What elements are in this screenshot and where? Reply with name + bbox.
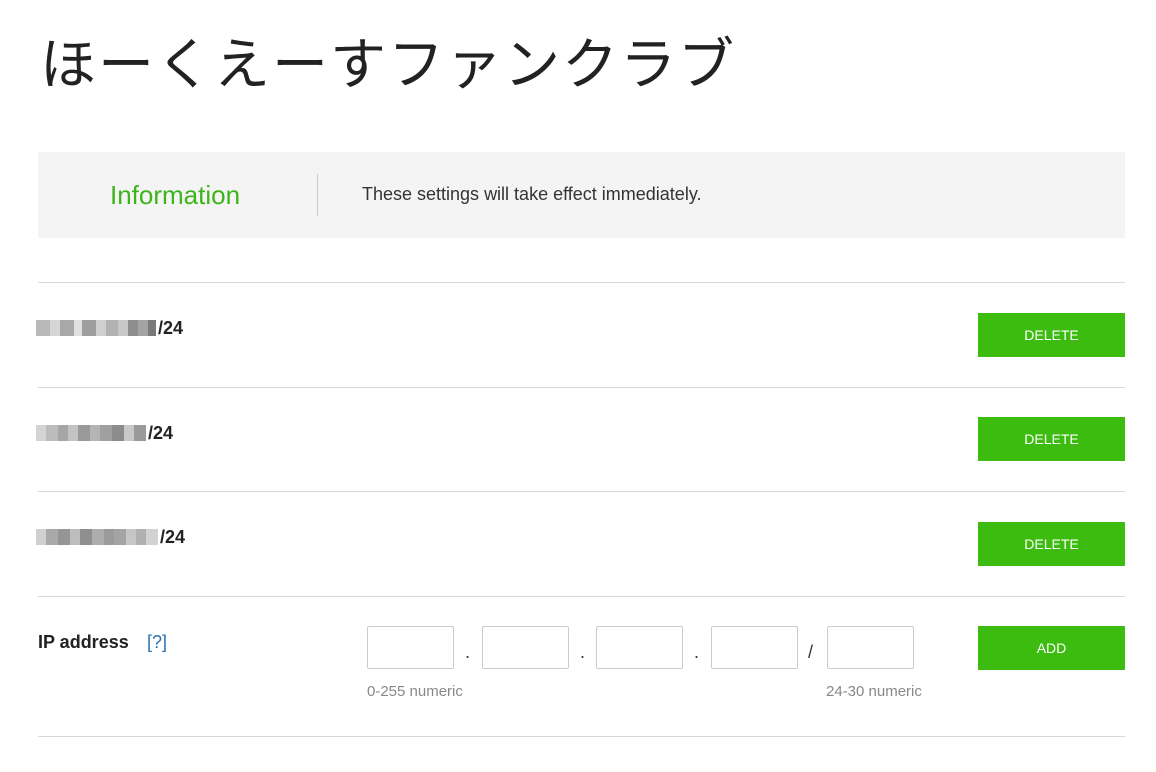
- row-divider: [38, 736, 1125, 737]
- octet-1-input[interactable]: [367, 626, 454, 669]
- prefix-hint: 24-30 numeric: [826, 683, 922, 700]
- prefix-length-input[interactable]: [827, 626, 914, 669]
- octet-separator: .: [465, 642, 471, 662]
- help-link[interactable]: [?]: [147, 630, 167, 654]
- row-divider: [38, 282, 1125, 283]
- redacted-ip-address: [36, 320, 156, 336]
- row-divider: [38, 596, 1125, 597]
- row-divider: [38, 491, 1125, 492]
- delete-button[interactable]: DELETE: [978, 417, 1125, 461]
- ip-prefix-suffix: /24: [148, 423, 174, 443]
- page-title: ほーくえーすファンクラブ: [40, 33, 736, 98]
- info-divider: [317, 174, 318, 216]
- ip-address-label: IP address: [38, 632, 129, 652]
- redacted-ip-address: [36, 425, 146, 441]
- ip-entry-3: /24: [36, 525, 185, 549]
- info-title: Information: [110, 180, 241, 210]
- ip-prefix-suffix: /24: [160, 527, 186, 547]
- ip-prefix-suffix: /24: [158, 318, 184, 338]
- add-button[interactable]: ADD: [978, 626, 1125, 670]
- octet-2-input[interactable]: [482, 626, 569, 669]
- info-message: These settings will take effect immediat…: [362, 184, 702, 204]
- octet-3-input[interactable]: [596, 626, 683, 669]
- redacted-ip-address: [36, 529, 158, 545]
- delete-button[interactable]: DELETE: [978, 313, 1125, 357]
- octet-hint: 0-255 numeric: [367, 683, 463, 700]
- octet-separator: .: [580, 642, 586, 662]
- row-divider: [38, 387, 1125, 388]
- info-panel: Information These settings will take eff…: [38, 152, 1125, 238]
- prefix-separator: /: [808, 642, 814, 662]
- delete-button[interactable]: DELETE: [978, 522, 1125, 566]
- ip-entry-1: /24: [36, 316, 183, 340]
- octet-separator: .: [694, 642, 700, 662]
- ip-entry-2: /24: [36, 421, 173, 445]
- octet-4-input[interactable]: [711, 626, 798, 669]
